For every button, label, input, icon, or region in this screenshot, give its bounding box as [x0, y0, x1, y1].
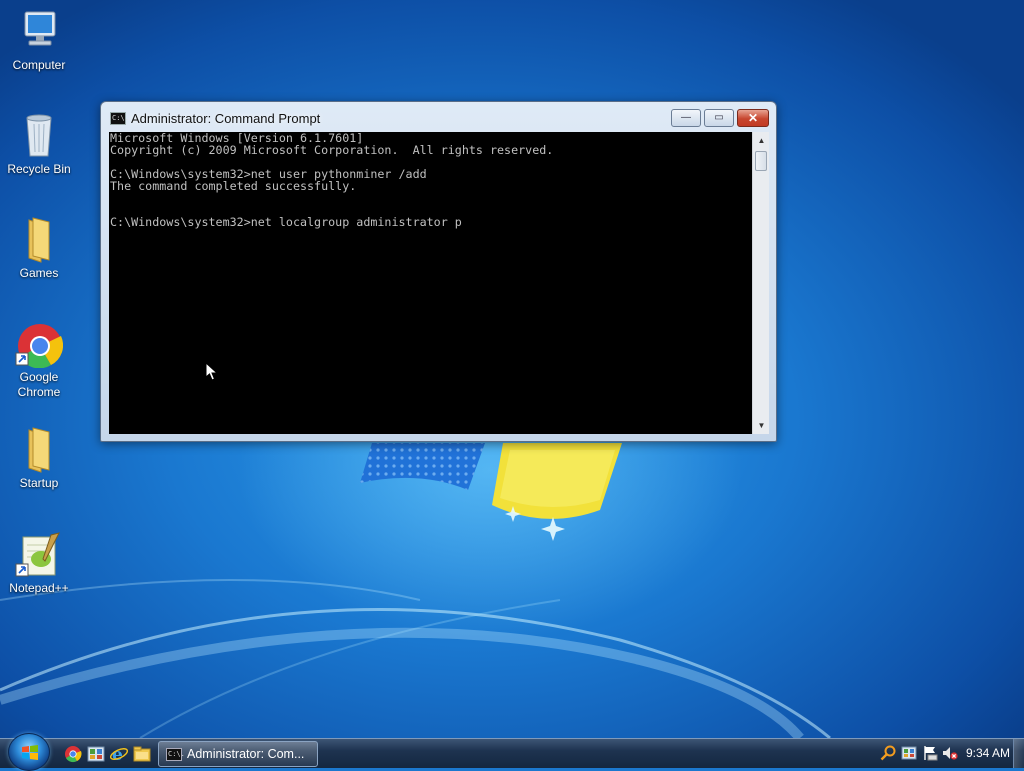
taskbar-item-command-prompt[interactable]: C:\. Administrator: Com...: [158, 741, 318, 767]
computer-icon: [15, 8, 63, 56]
scroll-up-button[interactable]: ▲: [753, 132, 770, 149]
internet-explorer-icon[interactable]: e: [110, 745, 128, 763]
arrow-down-icon: ▼: [757, 421, 766, 430]
notepad-plus-plus-icon: [15, 531, 63, 579]
folder-icon: [15, 216, 63, 264]
desktop-icon-label: Notepad++: [9, 581, 69, 595]
start-button[interactable]: [8, 733, 50, 771]
close-icon: ✕: [747, 111, 759, 125]
console-line: [109, 192, 752, 204]
window-titlebar[interactable]: C:\. Administrator: Command Prompt — ▭ ✕: [101, 102, 776, 132]
mouse-cursor-icon: [205, 362, 219, 381]
explorer-icon[interactable]: [133, 745, 151, 763]
desktop-icon-startup[interactable]: Startup: [4, 426, 74, 491]
desktop-icon-label: Computer: [12, 58, 66, 72]
command-prompt-window[interactable]: C:\. Administrator: Command Prompt — ▭ ✕…: [100, 101, 777, 442]
desktop-icon-computer[interactable]: Computer: [4, 8, 74, 73]
network-icon[interactable]: [901, 745, 917, 761]
scroll-down-button[interactable]: ▼: [753, 417, 770, 434]
search-icon[interactable]: [880, 745, 896, 761]
close-button[interactable]: ✕: [737, 109, 769, 127]
desktop-icon-label: Startup: [19, 476, 59, 490]
windows-flag-icon: [22, 745, 38, 760]
folder-icon: [15, 426, 63, 474]
desktop-icon-recycle-bin[interactable]: Recycle Bin: [4, 112, 74, 177]
chrome-icon[interactable]: [64, 745, 82, 763]
desktop-icon-google-chrome[interactable]: Google Chrome: [4, 320, 74, 400]
console-line: Copyright (c) 2009 Microsoft Corporation…: [110, 143, 554, 157]
console-line: The command completed successfully.: [110, 179, 357, 193]
desktop-icon-games[interactable]: Games: [4, 216, 74, 281]
maximize-button[interactable]: ▭: [704, 109, 734, 127]
windows-logo-wallpaper: [360, 443, 622, 519]
show-desktop-button[interactable]: [1013, 739, 1024, 768]
control-panel-icon[interactable]: [87, 745, 105, 763]
desktop-icon-notepad-plus-plus[interactable]: Notepad++: [4, 531, 74, 596]
window-title: Administrator: Command Prompt: [131, 111, 321, 126]
console-output[interactable]: Microsoft Windows [Version 6.1.7601] Cop…: [109, 132, 752, 434]
minimize-icon: —: [681, 112, 691, 123]
desktop-icon-label: Google Chrome: [17, 370, 61, 399]
desktop-icon-label: Games: [19, 266, 59, 280]
cmd-icon: C:\.: [166, 748, 185, 761]
vertical-scrollbar[interactable]: ▲ ▼: [752, 132, 769, 434]
taskbar-item-label: Administrator: Com...: [187, 747, 305, 761]
maximize-icon: ▭: [714, 112, 724, 123]
console-line: C:\Windows\system32>net localgroup admin…: [110, 215, 462, 229]
volume-muted-icon[interactable]: [942, 745, 958, 761]
clock[interactable]: 9:34 AM: [966, 739, 1010, 767]
minimize-button[interactable]: —: [671, 109, 701, 127]
svg-text:e: e: [112, 745, 123, 763]
arrow-up-icon: ▲: [757, 136, 766, 145]
chrome-icon: [15, 320, 64, 369]
action-center-flag-icon[interactable]: [922, 745, 938, 761]
recycle-bin-icon: [15, 112, 63, 160]
desktop-icon-label: Recycle Bin: [7, 162, 71, 176]
cmd-icon: C:\.: [110, 112, 129, 125]
taskbar: e C:\. Administrator: Com... 9:34 AM: [0, 733, 1024, 771]
scrollbar-thumb[interactable]: [755, 151, 767, 171]
